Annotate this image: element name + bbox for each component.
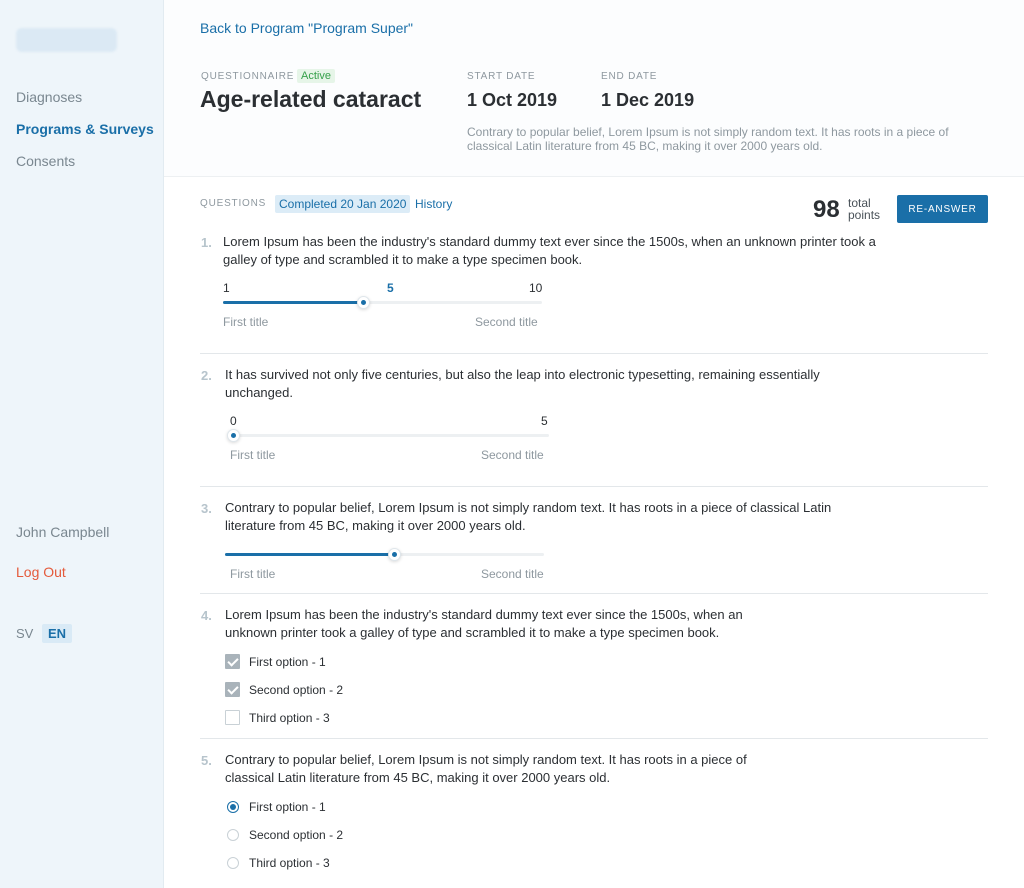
slider-min-label: 1 xyxy=(223,281,230,295)
question-divider xyxy=(200,486,988,487)
questions-label: QUESTIONS xyxy=(200,198,267,209)
total-points-label-line2: points xyxy=(848,208,881,222)
language-sv[interactable]: SV xyxy=(16,624,33,643)
status-badge: Active xyxy=(297,69,335,83)
logo[interactable] xyxy=(16,28,117,52)
option-radio[interactable] xyxy=(227,829,239,841)
question-number: 5. xyxy=(201,753,212,768)
scale-slider[interactable] xyxy=(223,296,542,309)
logout-link[interactable]: Log Out xyxy=(16,564,66,580)
option-label: Third option - 3 xyxy=(249,711,330,725)
question-number: 4. xyxy=(201,608,212,623)
slider-thumb[interactable] xyxy=(227,429,240,442)
sidebar-item-consents[interactable]: Consents xyxy=(16,153,75,169)
scale-slider[interactable] xyxy=(225,548,544,561)
questionnaire-label: QUESTIONNAIRE xyxy=(201,71,295,82)
start-date-label: START DATE xyxy=(467,71,536,82)
history-link[interactable]: History xyxy=(415,197,452,211)
question-divider xyxy=(200,738,988,739)
slider-right-title: Second title xyxy=(481,448,544,462)
question-divider xyxy=(200,593,988,594)
questionnaire-description: Contrary to popular belief, Lorem Ipsum … xyxy=(467,125,949,153)
question-text: Contrary to popular belief, Lorem Ipsum … xyxy=(225,500,832,533)
page-title: Age-related cataract xyxy=(200,86,422,112)
question-number: 1. xyxy=(201,235,212,250)
question-divider xyxy=(200,353,988,354)
completed-badge: Completed 20 Jan 2020 xyxy=(275,195,411,213)
language-en[interactable]: EN xyxy=(42,624,73,643)
option-radio[interactable] xyxy=(227,857,239,869)
end-date-label: END DATE xyxy=(601,71,658,82)
slider-left-title: First title xyxy=(223,315,269,329)
option-label: First option - 1 xyxy=(249,655,326,669)
option-checkbox[interactable] xyxy=(225,682,240,697)
slider-current-value: 5 xyxy=(387,281,394,295)
slider-fill xyxy=(225,553,395,556)
questionnaire-header: Back to Program "Program Super" QUESTION… xyxy=(164,0,1024,177)
sidebar-item-diagnoses[interactable]: Diagnoses xyxy=(16,89,82,105)
slider-max-label: 5 xyxy=(541,414,548,428)
start-date-value: 1 Oct 2019 xyxy=(467,90,558,110)
option-label: Third option - 3 xyxy=(249,856,330,870)
total-points-value: 98 xyxy=(813,196,840,223)
scale-slider[interactable] xyxy=(227,429,549,442)
slider-left-title: First title xyxy=(230,567,276,581)
question-text: It has survived not only five centuries,… xyxy=(225,367,820,400)
end-date-value: 1 Dec 2019 xyxy=(601,90,695,110)
option-checkbox[interactable] xyxy=(225,654,240,669)
option-radio[interactable] xyxy=(227,801,239,813)
slider-thumb[interactable] xyxy=(357,296,371,309)
question-text: Lorem Ipsum has been the industry's stan… xyxy=(225,607,743,640)
slider-right-title: Second title xyxy=(475,315,538,329)
question-text: Contrary to popular belief, Lorem Ipsum … xyxy=(225,752,747,785)
slider-min-label: 0 xyxy=(230,414,237,428)
slider-thumb[interactable] xyxy=(388,548,402,561)
slider-left-title: First title xyxy=(230,448,276,462)
sidebar-item-programs-surveys[interactable]: Programs & Surveys xyxy=(16,121,154,137)
question-number: 2. xyxy=(201,368,212,383)
slider-right-title: Second title xyxy=(481,567,544,581)
sidebar: Diagnoses Programs & Surveys Consents Jo… xyxy=(0,0,164,888)
slider-fill xyxy=(223,301,364,304)
option-label: Second option - 2 xyxy=(249,683,344,697)
total-points-label: total points xyxy=(848,197,880,221)
option-label: Second option - 2 xyxy=(249,828,344,842)
slider-max-label: 10 xyxy=(529,281,543,295)
question-number: 3. xyxy=(201,501,212,516)
re-answer-button[interactable]: RE-ANSWER xyxy=(897,195,988,223)
back-to-program-link[interactable]: Back to Program "Program Super" xyxy=(200,20,413,36)
option-checkbox[interactable] xyxy=(225,710,240,725)
user-name: John Campbell xyxy=(16,524,110,540)
question-text: Lorem Ipsum has been the industry's stan… xyxy=(223,234,876,267)
option-label: First option - 1 xyxy=(249,800,326,814)
